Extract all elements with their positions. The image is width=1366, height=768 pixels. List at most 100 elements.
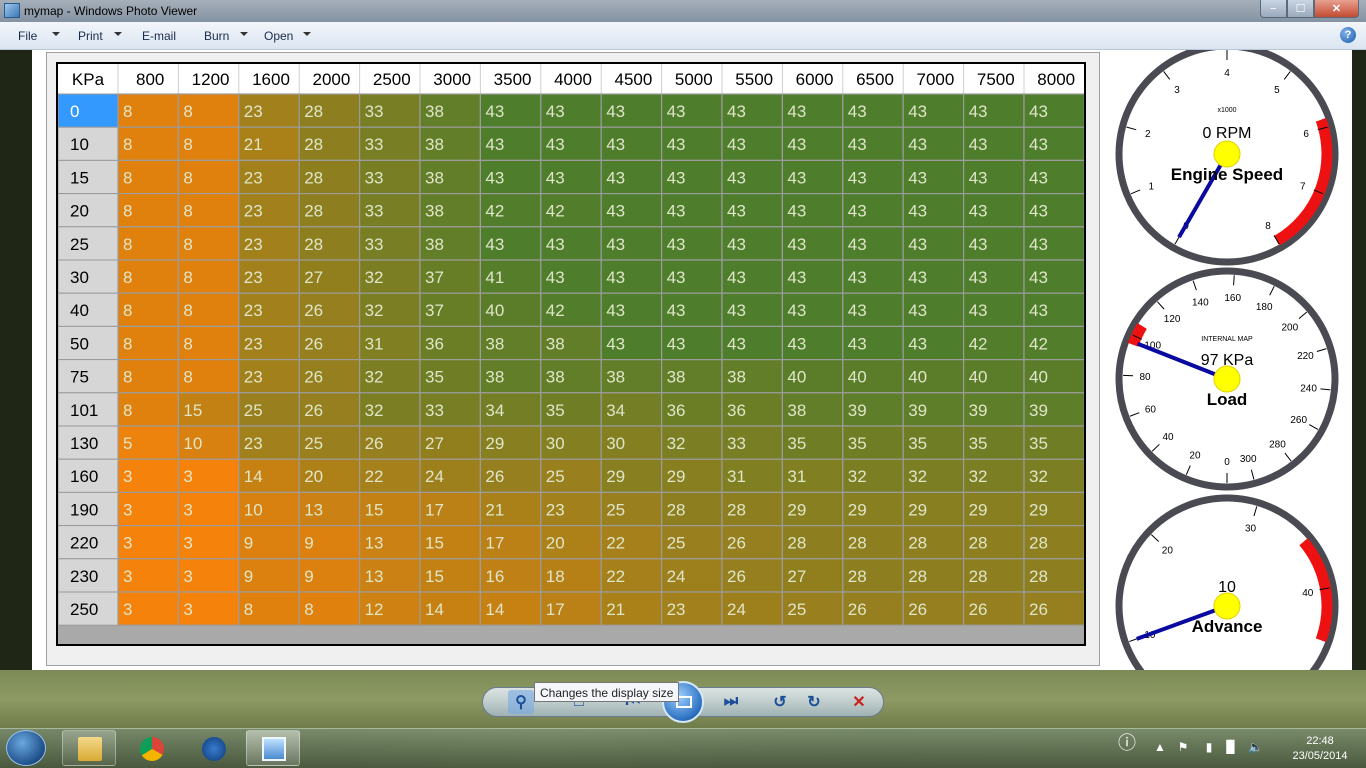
cell-value: 43: [606, 268, 625, 287]
cell-value: 28: [304, 235, 323, 254]
rotate-left-icon[interactable]: ↺: [767, 690, 793, 714]
cell-value: 43: [546, 102, 565, 121]
signal-icon[interactable]: ▉: [1224, 740, 1238, 754]
hp-taskbar-button[interactable]: [186, 730, 240, 766]
cell-value: 43: [908, 102, 927, 121]
cell-value: 29: [908, 500, 927, 519]
cell-value: 28: [304, 102, 323, 121]
cell-value: 17: [546, 600, 565, 619]
cell-value: 38: [425, 202, 444, 221]
load-gauge-tick-label: 0: [1224, 457, 1230, 468]
cell-value: 42: [546, 301, 565, 320]
title-bar[interactable]: mymap - Windows Photo Viewer − ☐ ✕: [0, 0, 1366, 22]
rpm-gauge-tick-label: 6: [1303, 129, 1309, 140]
cell-value: 29: [969, 500, 988, 519]
menu-file[interactable]: File: [18, 29, 37, 43]
battery-icon[interactable]: ▮: [1202, 740, 1216, 754]
cell-value: 15: [365, 500, 384, 519]
cell-value: 43: [606, 102, 625, 121]
cell-value: 3: [123, 467, 132, 486]
cell-value: 10: [244, 500, 263, 519]
cell-value: 8: [183, 235, 192, 254]
cell-value: 23: [244, 334, 263, 353]
kpa-label: 75: [70, 368, 89, 387]
photo-viewer-taskbar-button[interactable]: [246, 730, 300, 766]
cell-value: 31: [727, 467, 746, 486]
show-hidden-icons[interactable]: ▲: [1153, 740, 1167, 754]
cell-value: 32: [1029, 467, 1048, 486]
menu-print[interactable]: Print: [78, 29, 103, 43]
cell-value: 29: [606, 467, 625, 486]
load-gauge-tick-label: 60: [1145, 404, 1157, 415]
corner-label: KPa: [72, 70, 105, 89]
cell-value: 13: [304, 500, 323, 519]
cell-value: 43: [727, 268, 746, 287]
wifi-info-icon[interactable]: ⓘ: [1118, 734, 1136, 752]
cell-value: 22: [365, 467, 384, 486]
cell-value: 3: [123, 600, 132, 619]
cell-value: 20: [304, 467, 323, 486]
cell-value: 42: [969, 334, 988, 353]
chevron-down-icon[interactable]: [114, 32, 122, 36]
menu-burn[interactable]: Burn: [204, 29, 229, 43]
cell-value: 18: [546, 567, 565, 586]
chrome-taskbar-button[interactable]: [124, 730, 178, 766]
cell-value: 3: [123, 567, 132, 586]
cell-value: 40: [485, 301, 504, 320]
kpa-row-header[interactable]: [58, 93, 119, 128]
cell-value: 28: [1029, 567, 1048, 586]
cell-value: 43: [787, 202, 806, 221]
window-title: mymap - Windows Photo Viewer: [24, 4, 198, 18]
cell-value: 22: [606, 534, 625, 553]
menu-open[interactable]: Open: [264, 29, 293, 43]
cell-value: 35: [848, 434, 867, 453]
close-button[interactable]: ✕: [1314, 0, 1359, 18]
cell-value: 36: [727, 401, 746, 420]
cell-value: 43: [848, 135, 867, 154]
chevron-down-icon[interactable]: [52, 32, 60, 36]
cell-value: 43: [546, 235, 565, 254]
cell-value: 38: [485, 334, 504, 353]
volume-icon[interactable]: 🔈: [1248, 740, 1263, 754]
next-icon[interactable]: ⏭: [718, 690, 744, 714]
cell-value: 32: [667, 434, 686, 453]
cell-value: 26: [1029, 600, 1048, 619]
load-gauge-tick-label: 300: [1240, 454, 1257, 465]
rotate-right-icon[interactable]: ↻: [801, 690, 827, 714]
kpa-label: 15: [70, 168, 89, 187]
cell-value: 33: [425, 401, 444, 420]
cell-value: 14: [244, 467, 263, 486]
cell-value: 43: [727, 334, 746, 353]
maximize-button[interactable]: ☐: [1287, 0, 1314, 18]
chevron-down-icon[interactable]: [240, 32, 248, 36]
system-clock[interactable]: 22:48 23/05/2014: [1290, 734, 1350, 764]
help-icon[interactable]: ?: [1340, 27, 1356, 43]
rpm-header: 2500: [373, 70, 411, 89]
explorer-taskbar-button[interactable]: [62, 730, 116, 766]
cell-value: 8: [123, 268, 132, 287]
cell-value: 8: [123, 135, 132, 154]
delete-icon[interactable]: ✕: [846, 690, 872, 714]
menu-email[interactable]: E-mail: [142, 29, 176, 43]
rpm-header: 1600: [252, 70, 290, 89]
load-gauge-tick-label: 260: [1290, 415, 1307, 426]
cell-value: 26: [304, 368, 323, 387]
chevron-down-icon[interactable]: [303, 32, 311, 36]
cell-value: 43: [606, 135, 625, 154]
cell-value: 43: [908, 202, 927, 221]
zoom-icon[interactable]: ⚲: [508, 690, 534, 714]
cell-value: 43: [606, 334, 625, 353]
cell-value: 8: [123, 202, 132, 221]
cell-value: 28: [787, 534, 806, 553]
action-center-icon[interactable]: ⚑: [1176, 740, 1190, 754]
minimize-button[interactable]: −: [1260, 0, 1287, 18]
cell-value: 40: [1029, 368, 1048, 387]
load-gauge-tick-label: 180: [1256, 302, 1273, 313]
cell-value: 43: [1029, 301, 1048, 320]
start-button[interactable]: [6, 730, 46, 766]
cell-value: 43: [969, 235, 988, 254]
advance-gauge-tick-label: 20: [1162, 546, 1174, 557]
cell-value: 24: [667, 567, 686, 586]
cell-value: 35: [1029, 434, 1048, 453]
kpa-label: 250: [70, 600, 98, 619]
